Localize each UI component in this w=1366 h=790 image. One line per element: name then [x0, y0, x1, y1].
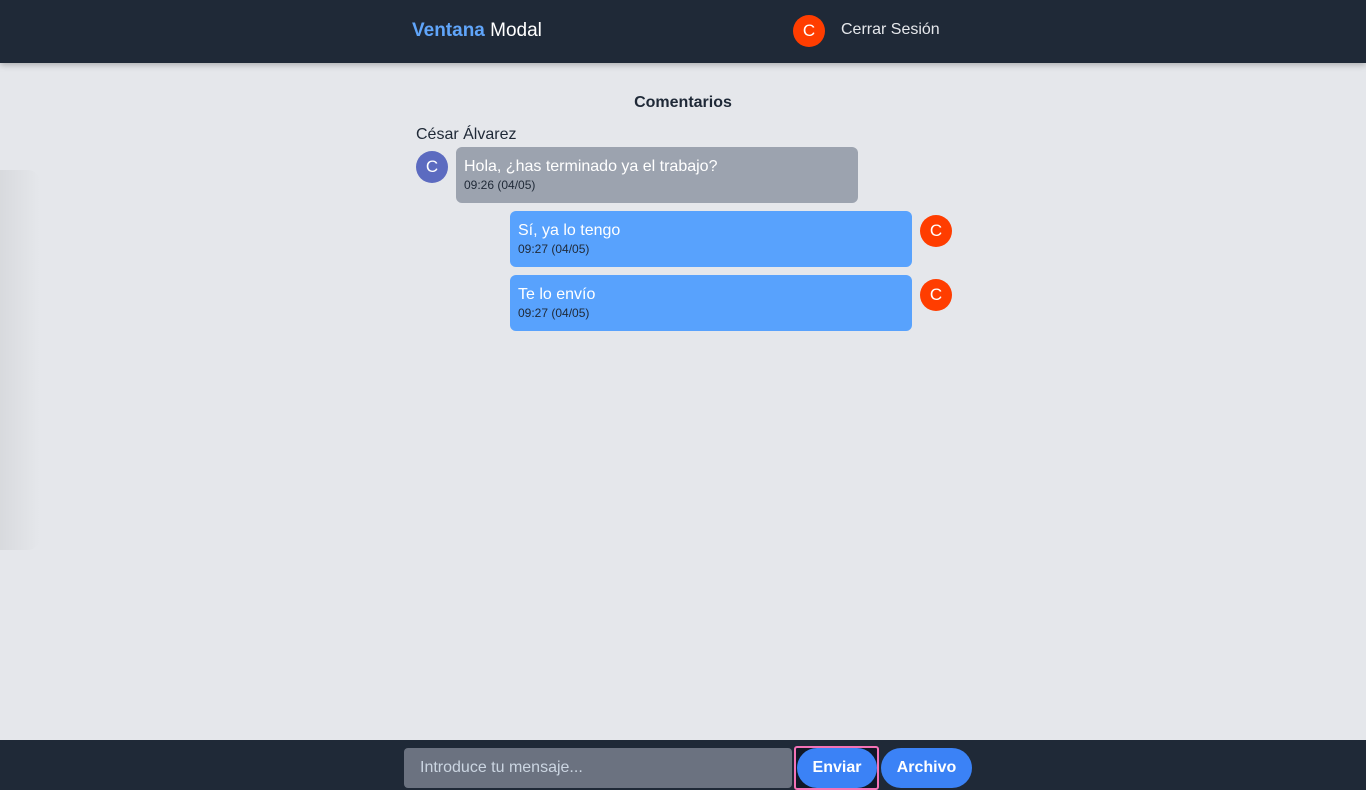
brand-rest: Modal: [490, 20, 542, 41]
side-panel-shadow: [0, 170, 40, 550]
send-button-focus-ring: Enviar: [794, 746, 879, 790]
app-brand: Ventana Modal: [412, 19, 542, 43]
composer-bar: Enviar Archivo: [0, 740, 1366, 790]
my-avatar-initial: C: [929, 285, 943, 304]
sender-avatar-initial: C: [425, 157, 439, 176]
message-time: 09:27 (04/05): [518, 242, 590, 256]
sender-avatar: C: [416, 151, 448, 183]
message-time: 09:26 (04/05): [464, 178, 536, 192]
comment-author: César Álvarez: [416, 126, 517, 143]
message-text: Te lo envío: [518, 286, 596, 303]
my-avatar-initial: C: [929, 221, 943, 240]
message-text: Hola, ¿has terminado ya el trabajo?: [464, 158, 718, 175]
my-avatar: C: [920, 279, 952, 311]
top-navbar: Ventana Modal C Cerrar Sesión: [0, 0, 1366, 63]
message-text: Sí, ya lo tengo: [518, 222, 621, 239]
send-button[interactable]: Enviar: [797, 748, 877, 788]
message-input[interactable]: [404, 748, 792, 788]
message-time: 09:27 (04/05): [518, 306, 590, 320]
brand-accent: Ventana: [412, 20, 485, 41]
message-bubble: Sí, ya lo tengo 09:27 (04/05): [510, 211, 912, 267]
comments-title: Comentarios: [634, 94, 732, 111]
user-avatar-initial: C: [802, 21, 816, 40]
user-avatar[interactable]: C: [793, 15, 825, 47]
attach-file-button[interactable]: Archivo: [881, 748, 972, 788]
message-bubble: Hola, ¿has terminado ya el trabajo? 09:2…: [456, 147, 858, 203]
logout-link[interactable]: Cerrar Sesión: [841, 21, 940, 39]
message-bubble: Te lo envío 09:27 (04/05): [510, 275, 912, 331]
my-avatar: C: [920, 215, 952, 247]
